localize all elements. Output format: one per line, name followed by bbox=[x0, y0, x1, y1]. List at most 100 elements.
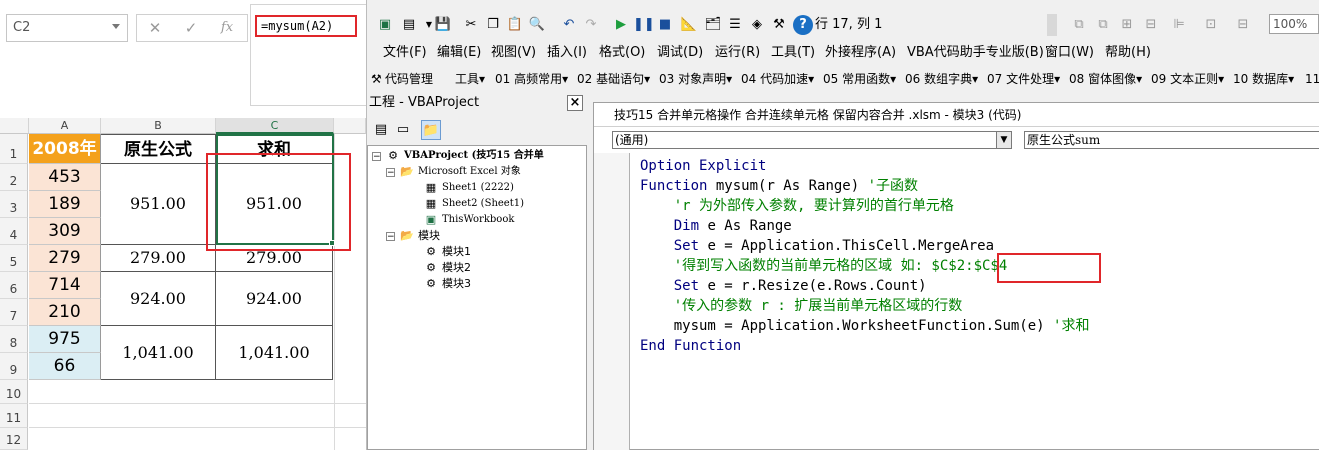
row-header[interactable]: 2 bbox=[0, 164, 28, 191]
cell-a9[interactable]: 66 bbox=[29, 353, 101, 380]
row-header[interactable]: 8 bbox=[0, 326, 28, 353]
reset-icon[interactable]: ■ bbox=[655, 15, 675, 35]
row-header[interactable]: 4 bbox=[0, 218, 28, 245]
view-object-icon[interactable]: ▭ bbox=[393, 120, 413, 140]
menu-insert[interactable]: 插入(I) bbox=[547, 42, 587, 64]
name-box[interactable]: C2 bbox=[6, 14, 128, 42]
name-box-dropdown-icon[interactable] bbox=[112, 24, 120, 29]
paste-icon[interactable]: 📋 bbox=[505, 15, 525, 35]
menu-edit[interactable]: 编辑(E) bbox=[437, 42, 481, 64]
select-all-corner[interactable] bbox=[0, 118, 29, 134]
code-line[interactable]: Set e = Application.ThisCell.MergeArea bbox=[640, 236, 994, 256]
collapse-icon[interactable]: − bbox=[386, 168, 395, 178]
row-header[interactable]: 6 bbox=[0, 272, 28, 299]
menu-format[interactable]: 格式(O) bbox=[599, 42, 645, 64]
addin-09[interactable]: 09 文本正则▾ bbox=[1151, 68, 1224, 90]
object-browser-icon[interactable]: ◈ bbox=[747, 15, 767, 35]
insert-function-icon[interactable]: fx bbox=[216, 18, 238, 38]
cell-b5[interactable]: 279.00 bbox=[101, 245, 216, 272]
menu-vba-assistant[interactable]: VBA代码助手专业版(B) bbox=[907, 42, 1044, 64]
addin-03[interactable]: 03 对象声明▾ bbox=[659, 68, 732, 90]
code-line[interactable]: Function mysum(r As Range) '子函数 bbox=[640, 176, 918, 196]
row-header[interactable]: 1 bbox=[0, 134, 28, 164]
collapse-icon[interactable]: − bbox=[386, 232, 395, 242]
row-header[interactable]: 9 bbox=[0, 353, 28, 380]
code-line[interactable]: Option Explicit bbox=[640, 156, 766, 176]
formula-input[interactable]: =mysum(A2) bbox=[255, 15, 357, 37]
ungroup-icon[interactable]: ⊟ bbox=[1141, 15, 1161, 35]
cell-a7[interactable]: 210 bbox=[29, 299, 101, 326]
help-icon[interactable]: ? bbox=[793, 15, 813, 35]
toggle-folders-icon[interactable]: 📁 bbox=[421, 120, 441, 140]
row-header[interactable]: 7 bbox=[0, 299, 28, 326]
addin-10[interactable]: 10 数据库▾ bbox=[1233, 68, 1294, 90]
merged-cell-b8-b9[interactable]: 1,041.00 bbox=[101, 326, 216, 380]
merged-cell-c6-c7[interactable]: 924.00 bbox=[216, 272, 333, 326]
merged-cell-b2-b4[interactable]: 951.00 bbox=[101, 164, 216, 245]
view-code-icon[interactable]: ▤ bbox=[371, 120, 391, 140]
enter-icon[interactable]: ✓ bbox=[180, 18, 202, 38]
break-icon[interactable]: ❚❚ bbox=[633, 15, 655, 35]
menu-addins[interactable]: 外接程序(A) bbox=[825, 42, 896, 64]
menu-tools[interactable]: 工具(T) bbox=[771, 42, 815, 64]
cell-a5[interactable]: 279 bbox=[29, 245, 101, 272]
redo-icon[interactable]: ↷ bbox=[581, 15, 601, 35]
addin-code-manager[interactable]: 代码管理 bbox=[385, 68, 433, 90]
code-line[interactable]: 'r 为外部传入参数, 要计算列的首行单元格 bbox=[640, 196, 954, 216]
tree-module3[interactable]: 模块3 bbox=[442, 276, 471, 292]
save-icon[interactable]: 💾 bbox=[433, 15, 453, 35]
cell-a1[interactable]: 2008年 bbox=[29, 134, 101, 164]
row-header[interactable]: 11 bbox=[0, 404, 28, 428]
zoom-box[interactable]: 100% bbox=[1269, 14, 1319, 34]
merged-cell-c8-c9[interactable]: 1,041.00 bbox=[216, 326, 333, 380]
row-header[interactable]: 3 bbox=[0, 191, 28, 218]
chevron-down-icon[interactable]: ▼ bbox=[996, 131, 1012, 149]
menu-help[interactable]: 帮助(H) bbox=[1105, 42, 1151, 64]
addin-08[interactable]: 08 窗体图像▾ bbox=[1069, 68, 1142, 90]
send-back-icon[interactable]: ⧉ bbox=[1093, 15, 1113, 35]
cell-a2[interactable]: 453 bbox=[29, 164, 101, 191]
row-header[interactable]: 5 bbox=[0, 245, 28, 272]
cell-b1[interactable]: 原生公式 bbox=[101, 134, 216, 164]
column-header-b[interactable]: B bbox=[101, 118, 216, 134]
procedure-combo[interactable]: 原生公式sum bbox=[1024, 131, 1319, 149]
row-header[interactable]: 12 bbox=[0, 428, 28, 450]
menu-file[interactable]: 文件(F) bbox=[383, 42, 427, 64]
tree-workbook[interactable]: ThisWorkbook bbox=[442, 212, 514, 228]
view-excel-icon[interactable]: ▣ bbox=[375, 15, 395, 35]
column-header-a[interactable]: A bbox=[29, 118, 101, 134]
merged-cell-b6-b7[interactable]: 924.00 bbox=[101, 272, 216, 326]
cell-a8[interactable]: 975 bbox=[29, 326, 101, 353]
code-line[interactable]: mysum = Application.WorksheetFunction.Su… bbox=[640, 316, 1090, 336]
run-icon[interactable]: ▶ bbox=[611, 15, 631, 35]
menu-run[interactable]: 运行(R) bbox=[715, 42, 760, 64]
margin-indicator-bar[interactable] bbox=[594, 153, 630, 450]
tree-excel-objects[interactable]: Microsoft Excel 对象 bbox=[418, 164, 521, 180]
find-icon[interactable]: 🔍 bbox=[527, 15, 547, 35]
addin-01[interactable]: 01 高频常用▾ bbox=[495, 68, 568, 90]
cell-a4[interactable]: 309 bbox=[29, 218, 101, 245]
column-header-d[interactable] bbox=[334, 118, 366, 134]
center-icon[interactable]: ⊡ bbox=[1201, 15, 1221, 35]
cut-icon[interactable]: ✂ bbox=[461, 15, 481, 35]
addin-06[interactable]: 06 数组字典▾ bbox=[905, 68, 978, 90]
addin-tools[interactable]: 工具▾ bbox=[455, 68, 485, 90]
undo-icon[interactable]: ↶ bbox=[559, 15, 579, 35]
column-header-c[interactable]: C bbox=[216, 118, 334, 134]
cell-a3[interactable]: 189 bbox=[29, 191, 101, 218]
tree-sheet2[interactable]: Sheet2 (Sheet1) bbox=[442, 196, 524, 212]
code-line[interactable]: Set e = r.Resize(e.Rows.Count) bbox=[640, 276, 927, 296]
cancel-icon[interactable]: ✕ bbox=[144, 18, 166, 38]
align-icon[interactable]: ⊫ bbox=[1169, 15, 1189, 35]
addin-04[interactable]: 04 代码加速▾ bbox=[741, 68, 814, 90]
toolbox-icon[interactable]: ⚒ bbox=[769, 15, 789, 35]
insert-userform-icon[interactable]: ▤ bbox=[399, 15, 419, 35]
size-icon[interactable]: ⊟ bbox=[1233, 15, 1253, 35]
design-mode-icon[interactable]: 📐 bbox=[679, 15, 699, 35]
tree-root[interactable]: VBAProject (技巧15 合并单 bbox=[404, 148, 544, 164]
menu-view[interactable]: 视图(V) bbox=[491, 42, 536, 64]
tree-module2[interactable]: 模块2 bbox=[442, 260, 471, 276]
properties-icon[interactable]: ☰ bbox=[725, 15, 745, 35]
tree-modules[interactable]: 模块 bbox=[418, 228, 440, 244]
object-combo[interactable]: (通用) bbox=[612, 131, 1000, 149]
